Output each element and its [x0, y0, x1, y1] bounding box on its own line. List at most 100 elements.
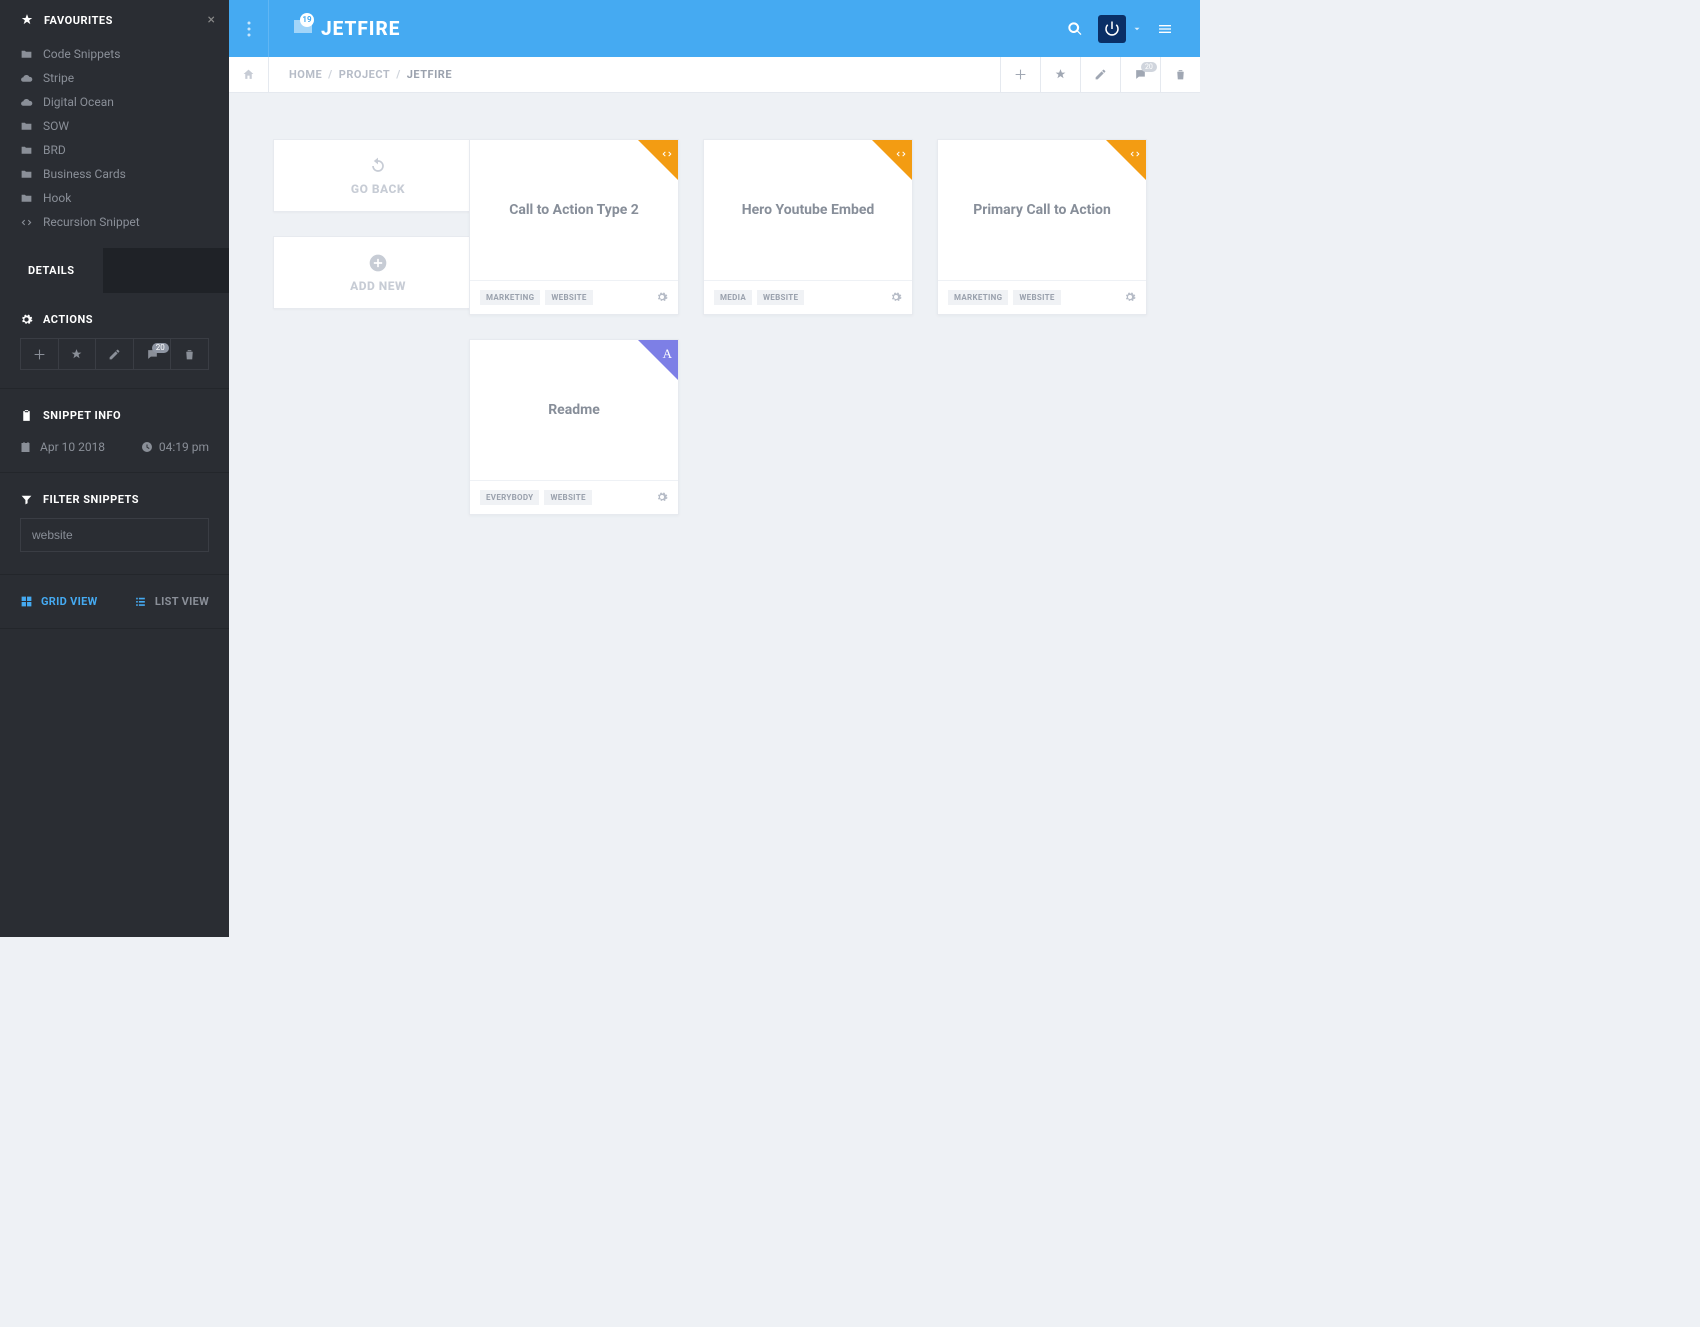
user-menu[interactable] [1098, 15, 1142, 43]
history-back-icon [368, 156, 388, 176]
topbar-menu-button[interactable] [229, 0, 269, 57]
avatar [1098, 15, 1126, 43]
card-corner-icon: A [664, 345, 673, 364]
snippet-settings-button[interactable] [890, 288, 902, 307]
tab-details[interactable]: DETAILS [0, 248, 103, 293]
favourite-item[interactable]: Recursion Snippet [0, 210, 229, 234]
clock-icon [141, 441, 153, 453]
gear-icon [1124, 291, 1136, 303]
chevron-down-icon [1132, 24, 1142, 34]
breadcrumb: HOME / PROJECT / JETFIRE [269, 57, 452, 92]
folder-icon [20, 120, 33, 133]
tool-add-button[interactable] [1000, 57, 1040, 92]
trash-icon [183, 348, 196, 361]
snippet-footer: EVERYBODY WEBSITE [470, 480, 678, 514]
snippet-card[interactable]: A Readme EVERYBODY WEBSITE [469, 339, 679, 515]
gear-icon [656, 291, 668, 303]
star-icon [20, 13, 34, 27]
breadcrumb-home[interactable]: HOME [289, 68, 322, 81]
snippet-tag[interactable]: MARKETING [948, 290, 1008, 305]
snippet-tag[interactable]: WEBSITE [545, 290, 592, 305]
snippet-info-header: SNIPPET INFO [0, 389, 229, 434]
snippet-date: Apr 10 2018 [40, 440, 105, 454]
go-back-label: GO BACK [351, 182, 405, 196]
power-icon [1103, 20, 1121, 38]
grid-view-button[interactable]: GRID VIEW [20, 595, 98, 608]
main: 19 JETFIRE HOME / PROJECT / JETFIRE [229, 0, 1200, 937]
action-comments-button[interactable]: 20 [134, 338, 172, 370]
snippet-tag[interactable]: MARKETING [480, 290, 540, 305]
favourite-item[interactable]: Business Cards [0, 162, 229, 186]
favourite-label: Business Cards [43, 167, 126, 181]
code-icon [895, 148, 907, 160]
tool-comments-badge: 20 [1141, 62, 1157, 72]
snippet-card[interactable]: Hero Youtube Embed MEDIAWEBSITE [703, 139, 913, 315]
snippet-card[interactable]: Call to Action Type 2 MARKETINGWEBSITE [469, 139, 679, 315]
calendar-icon [20, 441, 32, 453]
cloud-icon [20, 72, 33, 85]
breadcrumb-project[interactable]: PROJECT [339, 68, 390, 81]
action-favourite-button[interactable] [59, 338, 97, 370]
favourite-item[interactable]: Digital Ocean [0, 90, 229, 114]
favourite-item[interactable]: SOW [0, 114, 229, 138]
hamburger-button[interactable] [1148, 12, 1182, 46]
favourite-item[interactable]: Code Snippets [0, 42, 229, 66]
card-corner-icon [895, 145, 907, 164]
search-icon [1067, 21, 1083, 37]
snippet-tag[interactable]: WEBSITE [1013, 290, 1060, 305]
list-view-button[interactable]: LIST VIEW [134, 595, 209, 608]
snippet-footer: MARKETING WEBSITE [938, 280, 1146, 314]
favourites-list: Code SnippetsStripeDigital Ocean SOW BRD Bu… [0, 38, 229, 248]
search-button[interactable] [1058, 12, 1092, 46]
go-back-card[interactable]: GO BACK [273, 139, 483, 212]
filter-snippets-input[interactable] [20, 518, 209, 552]
favourite-label: Hook [43, 191, 71, 205]
snippet-settings-button[interactable] [656, 488, 668, 507]
topbar: 19 JETFIRE [229, 0, 1200, 57]
action-edit-button[interactable] [96, 338, 134, 370]
tool-edit-button[interactable] [1080, 57, 1120, 92]
snippet-title: Readme [548, 402, 600, 418]
favourite-item[interactable]: BRD [0, 138, 229, 162]
filter-icon [20, 493, 33, 506]
snippet-settings-button[interactable] [1124, 288, 1136, 307]
edit-icon [108, 348, 121, 361]
favourite-item[interactable]: Stripe [0, 66, 229, 90]
brand-name: JETFIRE [321, 17, 400, 40]
add-circle-icon [368, 253, 388, 273]
snippet-footer: MEDIA WEBSITE [704, 280, 912, 314]
dots-vertical-icon [247, 20, 251, 38]
gear-icon [20, 313, 33, 326]
snippet-tag[interactable]: MEDIA [714, 290, 752, 305]
snippet-info: Apr 10 2018 04:19 pm [0, 434, 229, 473]
tool-comments-button[interactable]: 20 [1120, 57, 1160, 92]
sidebar-tabs: DETAILS [0, 248, 229, 293]
action-delete-button[interactable] [171, 338, 209, 370]
card-corner-icon [661, 145, 673, 164]
favourite-item[interactable]: Hook [0, 186, 229, 210]
snippet-card[interactable]: Primary Call to Action MARKETINGWEBSITE [937, 139, 1147, 315]
star-icon [1054, 68, 1067, 81]
plus-icon [33, 348, 46, 361]
gear-icon [890, 291, 902, 303]
home-button[interactable] [229, 57, 269, 92]
tool-favourite-button[interactable] [1040, 57, 1080, 92]
brand-folder-count: 19 [300, 13, 314, 27]
snippet-settings-button[interactable] [656, 288, 668, 307]
close-favourites-icon[interactable]: × [208, 12, 215, 28]
favourite-label: SOW [43, 119, 69, 133]
snippet-tag[interactable]: WEBSITE [757, 290, 804, 305]
tool-delete-button[interactable] [1160, 57, 1200, 92]
folder-icon [20, 192, 33, 205]
snippet-tag[interactable]: WEBSITE [544, 490, 591, 505]
breadcrumb-current: JETFIRE [407, 68, 452, 81]
code-icon [20, 216, 33, 229]
actions-header: ACTIONS [0, 293, 229, 338]
add-new-card[interactable]: ADD NEW [273, 236, 483, 309]
snippet-time: 04:19 pm [159, 440, 209, 454]
action-add-button[interactable] [20, 338, 59, 370]
brand[interactable]: 19 JETFIRE [291, 15, 400, 43]
snippet-tag[interactable]: EVERYBODY [480, 490, 539, 505]
cloud-icon [20, 96, 33, 109]
snippet-grid: Call to Action Type 2 MARKETINGWEBSITE H… [469, 139, 1190, 515]
